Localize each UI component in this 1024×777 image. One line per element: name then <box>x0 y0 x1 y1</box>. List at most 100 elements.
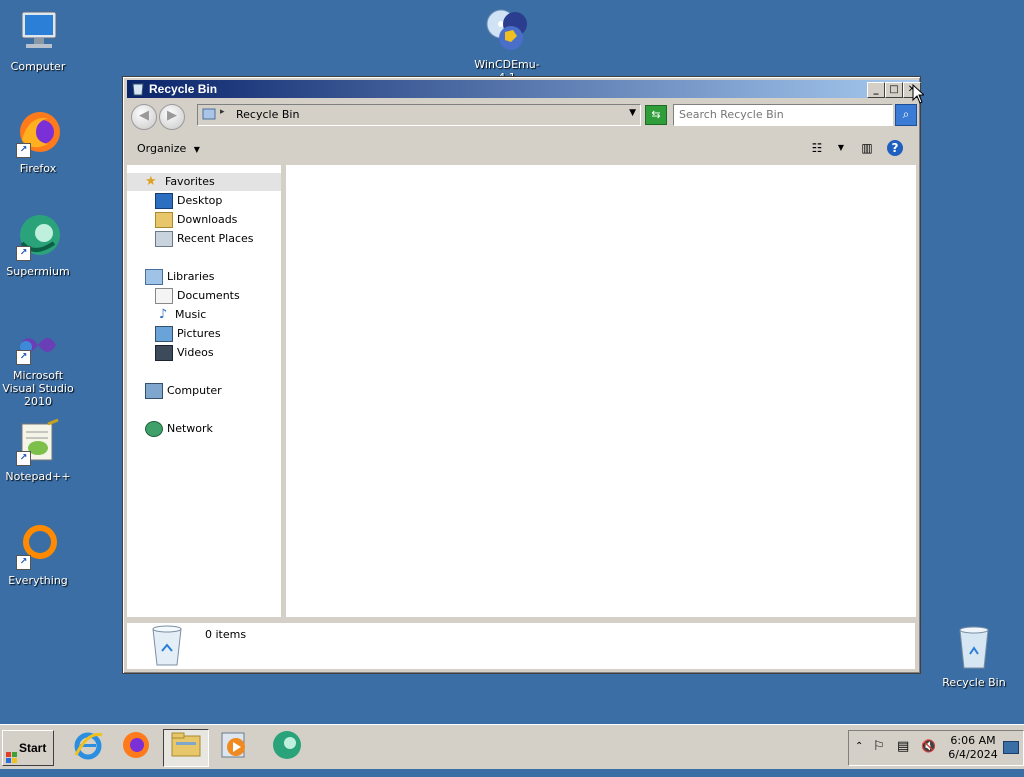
desktop-icon-recycle-bin[interactable]: Recycle Bin <box>934 624 1014 689</box>
start-label: Start <box>19 741 47 755</box>
desktop-icon-notepadpp[interactable]: ↗ Notepad++ <box>0 418 78 483</box>
desktop-icon-firefox[interactable]: ↗ Firefox <box>0 110 78 175</box>
nav-videos[interactable]: Videos <box>155 344 214 362</box>
show-desktop-icon[interactable] <box>1003 741 1019 754</box>
refresh-button[interactable]: ⇆ <box>645 105 667 125</box>
nav-favorites[interactable]: ★ Favorites <box>127 173 281 191</box>
view-options-icon[interactable]: ☷ <box>809 140 825 156</box>
search-input[interactable] <box>674 105 889 123</box>
shortcut-arrow-icon: ↗ <box>16 555 31 570</box>
star-icon: ★ <box>145 174 157 189</box>
nav-downloads[interactable]: Downloads <box>155 211 237 229</box>
shortcut-arrow-icon: ↗ <box>16 350 31 365</box>
command-bar: Organize ▼ ☷ ▼ ▥ ? <box>127 133 915 163</box>
nav-label: Recent Places <box>177 232 254 245</box>
firefox-icon <box>123 732 149 758</box>
media-player-icon <box>221 732 245 758</box>
system-tray: ⌃ ⚐ ▤ 🔇 6:06 AM 6/4/2024 <box>848 730 1024 766</box>
recycle-bin-icon <box>202 108 216 120</box>
maximize-button[interactable]: □ <box>885 82 903 98</box>
forward-button[interactable]: ▶ <box>159 104 185 130</box>
documents-icon <box>155 288 173 304</box>
shortcut-arrow-icon: ↗ <box>16 451 31 466</box>
desktop-icon-label: Recycle Bin <box>942 676 1006 689</box>
action-center-flag-icon[interactable]: ⚐ <box>873 739 885 754</box>
show-hidden-icons-button[interactable]: ⌃ <box>855 741 863 752</box>
everything-icon: ↗ <box>14 522 62 570</box>
downloads-folder-icon <box>155 212 173 228</box>
chevron-down-icon[interactable]: ▼ <box>833 140 849 156</box>
nav-pictures[interactable]: Pictures <box>155 325 221 343</box>
taskbar-file-explorer[interactable] <box>163 729 209 767</box>
pictures-icon <box>155 326 173 342</box>
start-button[interactable]: Start <box>2 730 54 766</box>
desktop-icon-label: Supermium <box>6 265 70 278</box>
desktop-icon-supermium[interactable]: ↗ Supermium <box>0 213 78 278</box>
back-button[interactable]: ◀ <box>131 104 157 130</box>
nav-label: Network <box>167 422 213 435</box>
wincdemu-icon <box>483 6 531 54</box>
windows-logo-icon <box>6 743 18 763</box>
desktop-icon-computer[interactable]: Computer <box>0 8 78 73</box>
nav-label: Desktop <box>177 194 223 207</box>
nav-libraries[interactable]: Libraries <box>145 268 215 286</box>
internet-explorer-icon <box>74 732 103 760</box>
nav-label: Favorites <box>165 175 215 188</box>
explorer-window: Recycle Bin _ □ ✕ ◀ ▶ ▸ Recycle Bin ▼ ⇆ … <box>122 76 921 674</box>
desktop-icon-label: Everything <box>8 574 68 587</box>
clock-time: 6:06 AM <box>950 734 996 747</box>
recycle-bin-icon <box>149 625 185 667</box>
preview-pane-icon[interactable]: ▥ <box>859 140 875 156</box>
desktop-icon <box>155 193 173 209</box>
window-titlebar[interactable]: Recycle Bin _ □ ✕ <box>127 80 921 98</box>
nav-recent-places[interactable]: Recent Places <box>155 230 254 248</box>
clock[interactable]: 6:06 AM 6/4/2024 <box>945 734 1001 762</box>
nav-documents[interactable]: Documents <box>155 287 240 305</box>
videos-icon <box>155 345 173 361</box>
computer-icon <box>145 383 163 399</box>
mouse-cursor <box>912 83 926 107</box>
supermium-icon <box>273 731 301 759</box>
nav-network[interactable]: Network <box>145 420 213 438</box>
nav-computer[interactable]: Computer <box>145 382 222 400</box>
desktop-icon-label: Microsoft Visual Studio 2010 <box>2 369 74 408</box>
file-explorer-icon <box>171 732 201 757</box>
organize-button[interactable]: Organize ▼ <box>137 142 200 155</box>
network-tray-icon[interactable]: ▤ <box>897 739 909 754</box>
nav-music[interactable]: ♪ Music <box>155 306 206 324</box>
item-count: 0 items <box>205 628 247 641</box>
supermium-icon: ↗ <box>14 213 62 261</box>
volume-muted-icon[interactable]: 🔇 <box>921 739 936 753</box>
taskbar-supermium[interactable] <box>265 729 309 765</box>
nav-label: Music <box>175 308 207 321</box>
taskbar-firefox[interactable] <box>114 729 158 765</box>
address-bar[interactable]: ▸ Recycle Bin ▼ <box>197 104 641 126</box>
firefox-icon: ↗ <box>14 110 62 158</box>
search-icon[interactable]: ⌕ <box>895 104 917 126</box>
desktop-icon-wincdemu[interactable]: WinCDEmu-4.1 <box>467 6 547 84</box>
shortcut-arrow-icon: ↗ <box>16 246 31 261</box>
visual-studio-icon: ↗ <box>14 325 62 365</box>
taskbar: Start ⌃ ⚐ ▤ 🔇 6:06 AM 6/4/2024 <box>0 724 1024 769</box>
minimize-button[interactable]: _ <box>867 82 885 98</box>
music-icon: ♪ <box>158 307 168 322</box>
help-icon[interactable]: ? <box>887 140 903 156</box>
breadcrumb-recycle-bin[interactable]: Recycle Bin <box>236 108 299 121</box>
file-list-area[interactable] <box>286 165 916 617</box>
window-title: Recycle Bin <box>149 82 218 96</box>
nav-label: Downloads <box>177 213 238 226</box>
desktop-icon-visual-studio[interactable]: ↗ Microsoft Visual Studio 2010 <box>0 325 78 408</box>
chevron-down-icon[interactable]: ▼ <box>629 108 636 118</box>
search-box[interactable] <box>673 104 893 126</box>
taskbar-internet-explorer[interactable] <box>66 729 110 765</box>
breadcrumb-separator[interactable]: ▸ <box>220 107 225 117</box>
recycle-bin-icon <box>950 624 998 672</box>
nav-label: Pictures <box>177 327 221 340</box>
desktop-icon-everything[interactable]: ↗ Everything <box>0 522 78 587</box>
taskbar-media-player[interactable] <box>212 729 256 765</box>
libraries-icon <box>145 269 163 285</box>
clock-date: 6/4/2024 <box>948 748 998 761</box>
nav-label: Libraries <box>167 270 215 283</box>
network-icon <box>145 421 163 437</box>
nav-desktop[interactable]: Desktop <box>155 192 222 210</box>
